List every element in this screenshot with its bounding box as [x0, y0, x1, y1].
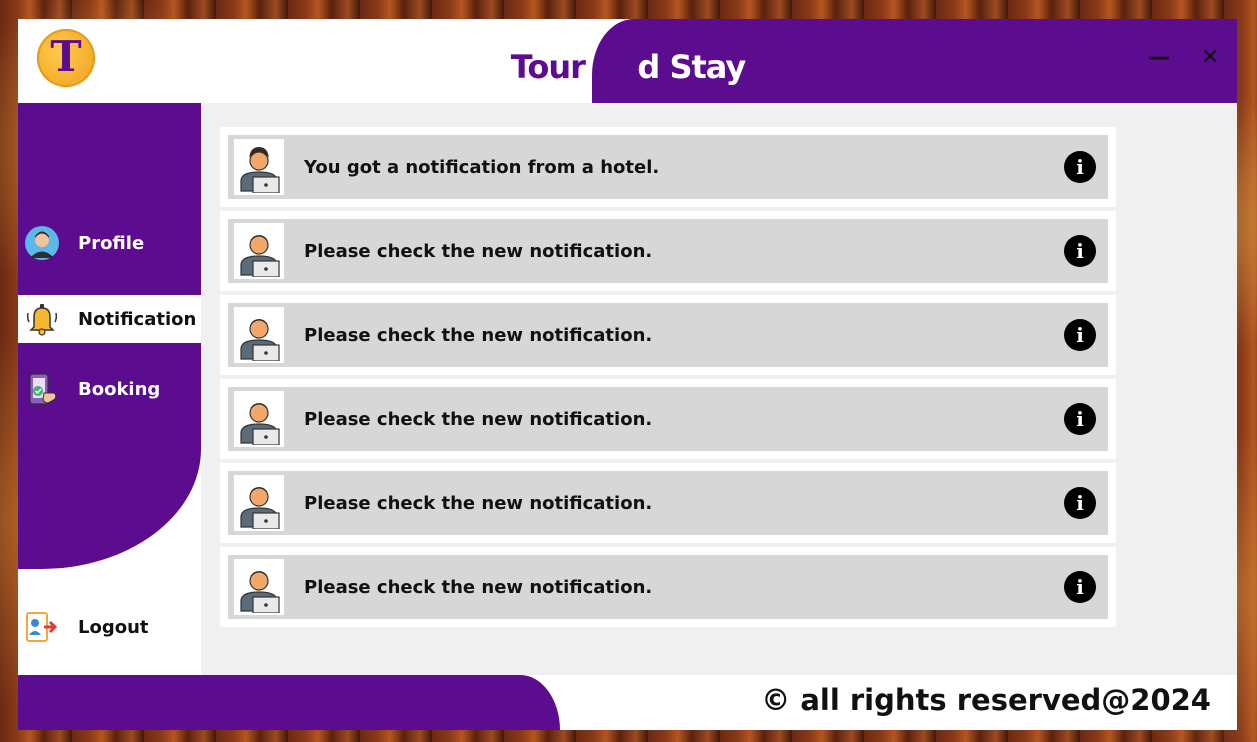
list-item[interactable]: Please check the new notification. i — [220, 379, 1116, 459]
notification-list: You got a notification from a hotel. i P… — [201, 103, 1237, 675]
sidebar: Profile Notification Booking Logout — [18, 103, 201, 675]
sidebar-item-label: Notification — [78, 308, 197, 330]
user-laptop-icon — [234, 223, 284, 279]
list-item[interactable]: Please check the new notification. i — [220, 211, 1116, 291]
close-button[interactable]: ✕ — [1201, 47, 1219, 69]
user-laptop-icon — [234, 391, 284, 447]
list-item[interactable]: You got a notification from a hotel. i — [220, 127, 1116, 207]
notification-message: Please check the new notification. — [304, 492, 653, 514]
info-icon[interactable]: i — [1064, 571, 1096, 603]
notification-card: You got a notification from a hotel. i — [228, 135, 1108, 199]
info-icon[interactable]: i — [1064, 235, 1096, 267]
header-bar: T Tour and Stay — ✕ — [18, 19, 1237, 103]
logo-letter: T — [50, 32, 82, 81]
notification-message: Please check the new notification. — [304, 408, 653, 430]
sidebar-item-notification[interactable]: Notification — [18, 295, 201, 343]
app-window: T Tour and Stay — ✕ Profile Notification… — [18, 19, 1237, 730]
list-item[interactable]: Please check the new notification. i — [220, 547, 1116, 627]
user-laptop-icon — [234, 139, 284, 195]
app-title: Tour and Stay — [458, 45, 798, 89]
app-title-part2: d Stay — [637, 48, 746, 86]
user-laptop-icon — [234, 307, 284, 363]
list-item[interactable]: Please check the new notification. i — [220, 463, 1116, 543]
logout-button[interactable]: Logout — [18, 603, 201, 651]
sidebar-item-booking[interactable]: Booking — [18, 365, 201, 413]
notification-card: Please check the new notification. i — [228, 303, 1108, 367]
notification-message: You got a notification from a hotel. — [304, 156, 660, 178]
notification-message: Please check the new notification. — [304, 324, 653, 346]
sidebar-item-label: Profile — [78, 232, 145, 254]
user-laptop-icon — [234, 475, 284, 531]
copyright-text: © all rights reserved@2024 — [761, 683, 1211, 717]
info-icon[interactable]: i — [1064, 151, 1096, 183]
user-laptop-icon — [234, 559, 284, 615]
info-icon[interactable]: i — [1064, 319, 1096, 351]
list-item[interactable]: Please check the new notification. i — [220, 295, 1116, 375]
footer-accent — [18, 675, 560, 730]
profile-avatar-icon — [24, 225, 60, 261]
sidebar-item-label: Booking — [78, 378, 161, 400]
bell-icon — [24, 301, 60, 337]
notification-card: Please check the new notification. i — [228, 387, 1108, 451]
notification-card: Please check the new notification. i — [228, 555, 1108, 619]
logout-label: Logout — [78, 616, 149, 638]
notification-card: Please check the new notification. i — [228, 219, 1108, 283]
app-title-part1: Tour an — [510, 48, 639, 86]
notification-message: Please check the new notification. — [304, 240, 653, 262]
notification-message: Please check the new notification. — [304, 576, 653, 598]
minimize-button[interactable]: — — [1148, 47, 1170, 69]
info-icon[interactable]: i — [1064, 487, 1096, 519]
logout-icon — [24, 609, 60, 645]
booking-phone-icon — [24, 371, 60, 407]
info-icon[interactable]: i — [1064, 403, 1096, 435]
app-logo: T — [37, 29, 95, 87]
footer-bar: © all rights reserved@2024 — [18, 675, 1237, 730]
notification-card: Please check the new notification. i — [228, 471, 1108, 535]
sidebar-item-profile[interactable]: Profile — [18, 219, 201, 267]
